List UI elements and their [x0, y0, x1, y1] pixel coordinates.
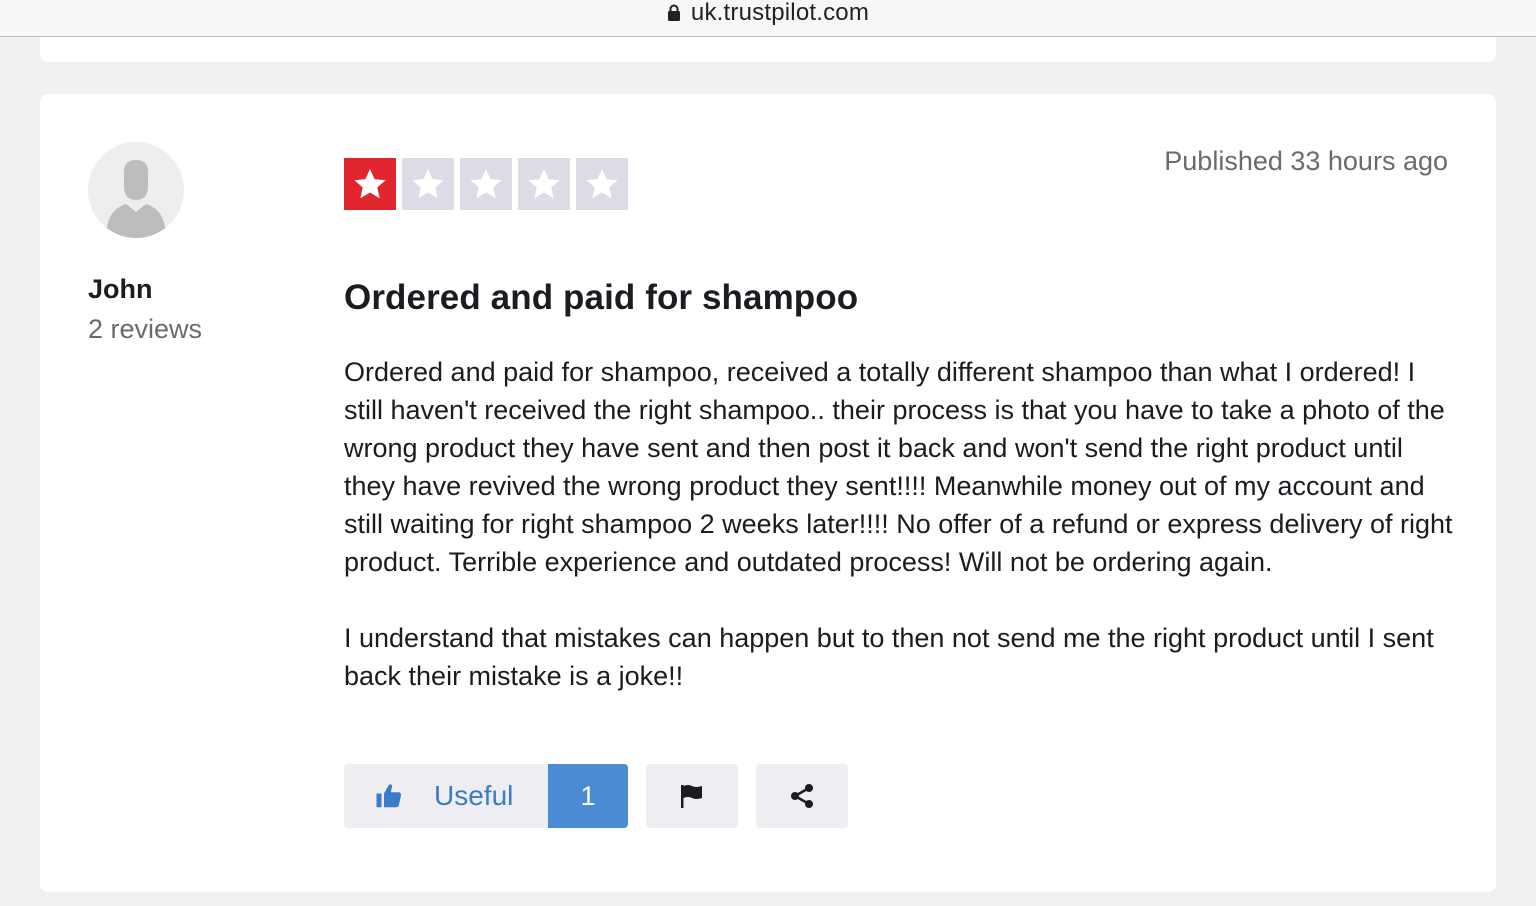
review-paragraph: Ordered and paid for shampoo, received a… — [344, 357, 1453, 577]
published-date: Published 33 hours ago — [1164, 146, 1448, 176]
useful-label: Useful — [434, 780, 514, 811]
useful-group: Useful 1 — [344, 764, 628, 828]
star-icon-empty — [576, 158, 628, 210]
previous-review-card — [40, 37, 1496, 62]
star-icon-empty — [460, 158, 512, 210]
star-icon-empty — [402, 158, 454, 210]
review-card: John 2 reviews Published 33 hours ago Or… — [40, 94, 1496, 892]
consumer-name[interactable]: John — [88, 274, 153, 305]
star-rating — [344, 158, 628, 210]
share-button[interactable] — [756, 764, 848, 828]
useful-count: 1 — [548, 764, 628, 828]
url-text: uk.trustpilot.com — [690, 0, 870, 26]
consumer-review-count: 2 reviews — [88, 314, 203, 344]
avatar[interactable] — [88, 142, 184, 238]
address-display[interactable]: uk.trustpilot.com — [0, 0, 1536, 26]
star-icon-empty — [518, 158, 570, 210]
review-body: Ordered and paid for shampoo, received a… — [344, 353, 1454, 733]
review-paragraph: I understand that mistakes can happen bu… — [344, 623, 1434, 691]
flag-icon — [676, 780, 708, 812]
review-title[interactable]: Ordered and paid for shampoo — [344, 278, 858, 318]
star-icon-filled — [344, 158, 396, 210]
review-actions: Useful 1 — [344, 764, 848, 828]
browser-address-bar: uk.trustpilot.com — [0, 0, 1536, 37]
useful-button[interactable]: Useful — [344, 764, 548, 828]
report-button[interactable] — [646, 764, 738, 828]
share-icon — [786, 780, 818, 812]
lock-icon — [667, 4, 681, 22]
thumbs-up-icon — [374, 781, 404, 811]
